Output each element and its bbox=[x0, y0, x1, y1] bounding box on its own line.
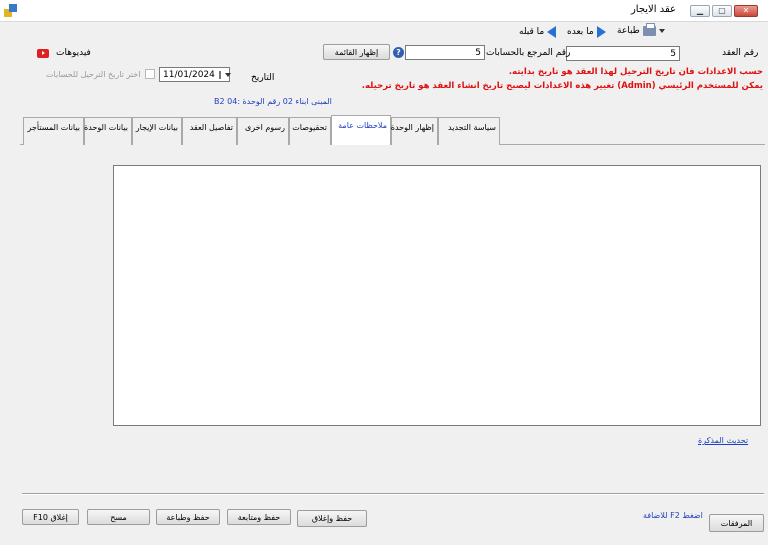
print-menu[interactable]: طباعة bbox=[617, 23, 665, 36]
next-label: ما بعده bbox=[567, 27, 594, 37]
tab-tenant-info[interactable]: بيانات المستأجر bbox=[23, 117, 84, 145]
tab-general-notes[interactable]: ملاحظات عامة bbox=[331, 115, 391, 145]
printer-icon bbox=[642, 23, 656, 36]
app-icon bbox=[4, 4, 17, 17]
clear-button[interactable]: مسح bbox=[87, 509, 150, 525]
update-memo-link[interactable]: تحديث المذكرة bbox=[698, 436, 748, 445]
title-bar: عقد الايجار ▁ ▢ ✕ bbox=[0, 0, 768, 22]
save-close-button[interactable]: حفظ وإغلاق bbox=[297, 510, 367, 527]
calendar-icon bbox=[218, 70, 221, 79]
date-value: 11/01/2024 bbox=[163, 69, 215, 80]
save-print-button[interactable]: حفظ وطباعة bbox=[156, 509, 220, 525]
close-window-button[interactable]: ✕ bbox=[734, 5, 758, 17]
tab-other-fees[interactable]: رسوم اخرى bbox=[237, 117, 289, 145]
general-notes-textarea[interactable] bbox=[113, 165, 761, 426]
building-unit-info: المبنى ابناء 02 رقم الوحدة :04 B2 bbox=[214, 97, 332, 106]
arrow-right-icon bbox=[596, 26, 606, 38]
help-icon[interactable]: ? bbox=[393, 47, 404, 58]
previous-button[interactable]: ما قبله bbox=[519, 26, 557, 38]
window-title: عقد الايجار bbox=[630, 4, 676, 15]
tab-unit-info[interactable]: بيانات الوحدة bbox=[84, 117, 132, 145]
tab-contract-details[interactable]: تفاصيل العقد bbox=[182, 117, 237, 145]
tab-renewal-policy[interactable]: سياسة التجديد bbox=[438, 117, 500, 145]
posting-date-checkbox-label: اختر تاريخ الترحيل للحسابات bbox=[46, 70, 141, 79]
print-label: طباعة bbox=[617, 26, 640, 36]
tab-collections[interactable]: تحقيوصات bbox=[289, 117, 331, 145]
videos-label[interactable]: فيديوهات bbox=[56, 48, 91, 58]
account-ref-input[interactable]: 5 bbox=[405, 45, 485, 60]
contract-no-input[interactable]: 5 bbox=[566, 46, 680, 61]
next-button[interactable]: ما بعده bbox=[567, 26, 606, 38]
chevron-down-icon bbox=[658, 29, 665, 33]
save-continue-button[interactable]: حفظ ومتابعة bbox=[227, 509, 291, 525]
posting-date-checkbox[interactable] bbox=[145, 69, 155, 79]
footer-separator bbox=[22, 493, 764, 495]
arrow-left-icon bbox=[547, 26, 557, 38]
contract-no-label: رقم العقد bbox=[722, 48, 759, 58]
date-picker[interactable]: 11/01/2024 bbox=[159, 67, 231, 82]
tab-show-unit[interactable]: إظهار الوحدة bbox=[391, 117, 438, 145]
posting-warning-line2: يمكن للمستخدم الرئيسي (Admin) تغيير هذه … bbox=[361, 81, 763, 91]
date-label: التاريخ bbox=[251, 73, 275, 83]
account-ref-label: رقم المرجع بالحسابات bbox=[486, 48, 571, 58]
tab-rent-info[interactable]: بيانات الإيجار bbox=[132, 117, 182, 145]
close-f10-button[interactable]: إغلاق F10 bbox=[22, 509, 79, 525]
posting-warning-line1: حسب الاعدادات فان تاريخ الترحيل لهذا الع… bbox=[508, 67, 763, 77]
show-list-button[interactable]: إظهار القائمة bbox=[323, 44, 390, 60]
youtube-icon[interactable] bbox=[37, 49, 49, 58]
chevron-down-icon bbox=[224, 72, 231, 77]
attachments-button[interactable]: المرفقات bbox=[709, 514, 764, 532]
previous-label: ما قبله bbox=[519, 27, 545, 37]
f2-add-hint: اضغط F2 للاضافة bbox=[643, 511, 703, 520]
maximize-button[interactable]: ▢ bbox=[712, 5, 732, 17]
minimize-button[interactable]: ▁ bbox=[690, 5, 710, 17]
